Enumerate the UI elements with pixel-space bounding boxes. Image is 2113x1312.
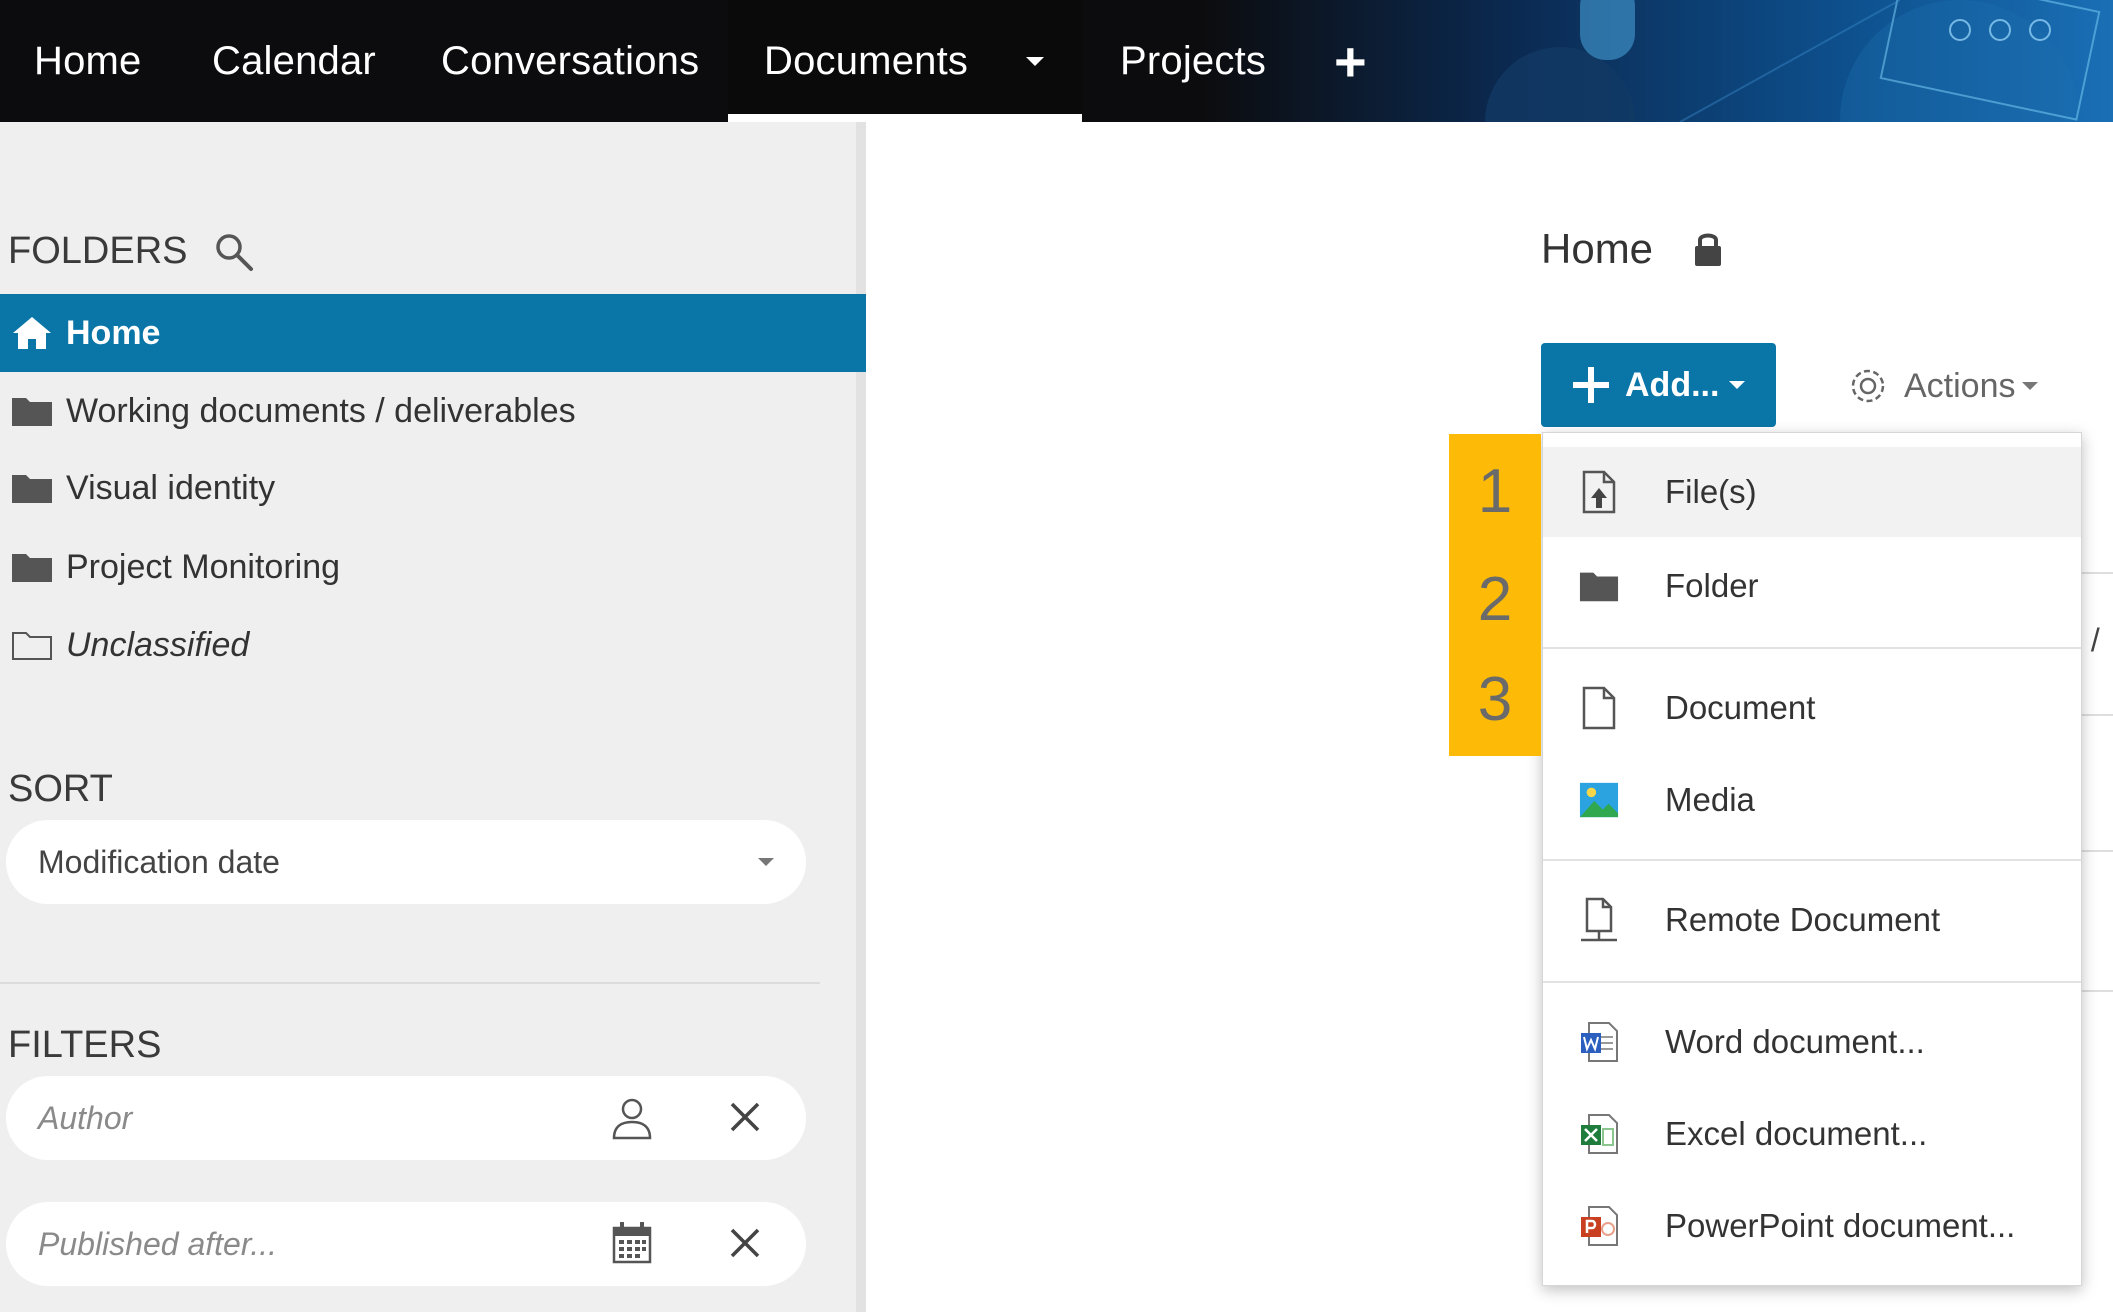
nav-conversations[interactable]: Conversations (441, 0, 699, 122)
background-table-line (2080, 990, 2113, 992)
menu-item-word-document[interactable]: Word document... (1543, 997, 2081, 1087)
chevron-down-icon (752, 858, 774, 866)
chevron-down-icon (1729, 381, 1746, 389)
clear-date-icon[interactable] (728, 1226, 762, 1268)
folder-icon (1579, 564, 1619, 608)
folder-label: Working documents / deliverables (66, 391, 576, 430)
folder-label: Unclassified (66, 625, 250, 664)
sidebar-divider (0, 982, 820, 984)
menu-item-label: Excel document... (1665, 1115, 1928, 1152)
folder-icon (10, 550, 54, 584)
folders-title: FOLDERS (8, 230, 188, 272)
menu-separator (1543, 981, 2081, 983)
search-icon[interactable] (213, 231, 255, 273)
nav-documents[interactable]: Documents (764, 0, 968, 122)
sort-title: SORT (8, 768, 113, 810)
menu-item-label: Folder (1665, 567, 1759, 604)
media-image-icon (1579, 778, 1619, 822)
file-upload-icon (1579, 470, 1619, 514)
folder-icon (10, 471, 54, 505)
menu-item-label: Document (1665, 689, 1816, 726)
folder-label: Visual identity (66, 468, 276, 507)
numbered-callouts: 1 2 3 (1449, 434, 1541, 756)
folder-item-home[interactable]: Home (0, 294, 866, 372)
word-icon (1579, 1020, 1619, 1064)
page-title: Home (1541, 225, 1654, 272)
top-navigation: Home Calendar Conversations Documents Pr… (0, 0, 2113, 122)
clear-author-icon[interactable] (728, 1100, 762, 1142)
menu-item-files[interactable]: File(s) (1543, 447, 2081, 537)
menu-separator (1543, 647, 2081, 649)
folder-label: Project Monitoring (66, 547, 341, 586)
menu-item-document[interactable]: Document (1543, 663, 2081, 753)
chevron-down-icon (2021, 382, 2038, 390)
home-icon (10, 316, 54, 350)
gear-icon (1846, 364, 1890, 408)
filters-title: FILTERS (8, 1024, 162, 1066)
nav-projects[interactable]: Projects (1120, 0, 1266, 122)
actions-button[interactable]: Actions (1846, 362, 2038, 410)
folder-icon (10, 394, 54, 428)
background-table-line (2080, 714, 2113, 716)
menu-separator (1543, 859, 2081, 861)
menu-item-label: Word document... (1665, 1023, 1925, 1060)
sidebar: FOLDERS Home Working documents / deliver… (0, 122, 866, 1312)
remote-document-icon (1579, 897, 1619, 942)
actions-label: Actions (1904, 366, 2016, 405)
sort-select[interactable]: Modification date (6, 820, 806, 904)
folder-item-visual-identity[interactable]: Visual identity (0, 449, 866, 527)
breadcrumb: Home (1541, 225, 1723, 273)
folder-label: Home (66, 313, 161, 352)
background-table-line (2080, 572, 2113, 574)
nav-calendar[interactable]: Calendar (212, 0, 376, 122)
folder-outline-icon (10, 628, 54, 662)
add-dropdown-menu: File(s) Folder Document Media Remote Doc… (1542, 432, 2082, 1286)
published-after-field[interactable]: Published after... (6, 1202, 806, 1286)
menu-item-powerpoint-document[interactable]: PowerPoint document... (1543, 1181, 2081, 1271)
nav-home[interactable]: Home (34, 0, 142, 122)
add-button[interactable]: Add... (1541, 343, 1776, 427)
menu-item-label: Media (1665, 781, 1755, 818)
menu-item-remote-document[interactable]: Remote Document (1543, 875, 2081, 965)
author-placeholder: Author (38, 1099, 133, 1136)
user-icon[interactable] (610, 1096, 654, 1148)
callout-number: 1 (1477, 457, 1513, 526)
excel-icon (1579, 1112, 1619, 1156)
background-table-line (2080, 850, 2113, 852)
calendar-icon[interactable] (612, 1222, 652, 1272)
sort-value: Modification date (38, 843, 280, 880)
published-after-placeholder: Published after... (38, 1225, 277, 1262)
author-filter-field[interactable]: Author (6, 1076, 806, 1160)
document-icon (1579, 686, 1619, 730)
menu-item-excel-document[interactable]: Excel document... (1543, 1089, 2081, 1179)
callout-number: 3 (1477, 665, 1513, 734)
folder-item-project-monitoring[interactable]: Project Monitoring (0, 528, 866, 606)
menu-item-media[interactable]: Media (1543, 755, 2081, 845)
folders-header: FOLDERS (8, 230, 255, 273)
add-button-label: Add... (1625, 365, 1720, 404)
plus-icon (1571, 365, 1611, 405)
nav-documents-dropdown[interactable] (1026, 0, 1044, 122)
menu-item-folder[interactable]: Folder (1543, 541, 2081, 631)
folder-item-unclassified[interactable]: Unclassified (0, 606, 866, 684)
menu-item-label: PowerPoint document... (1665, 1207, 2016, 1244)
powerpoint-icon (1579, 1204, 1619, 1248)
callout-number: 2 (1477, 565, 1513, 634)
menu-item-label: Remote Document (1665, 901, 1941, 938)
nav-add-tab-button[interactable]: + (1334, 0, 1367, 122)
lock-icon (1693, 230, 1723, 268)
menu-item-label: File(s) (1665, 473, 1757, 510)
chevron-down-icon (1026, 56, 1044, 66)
folder-item-working-documents[interactable]: Working documents / deliverables (0, 372, 866, 450)
